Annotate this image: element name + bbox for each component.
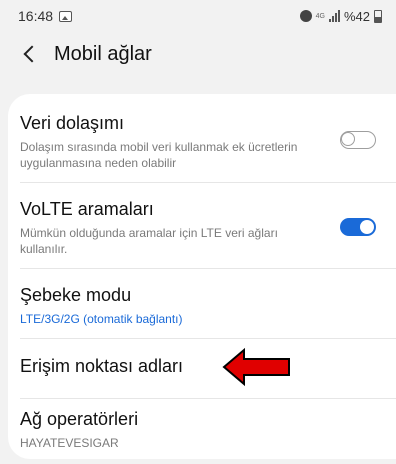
back-button[interactable]: [10, 34, 50, 74]
status-bar: 16:48 4G %42: [0, 0, 396, 32]
divider: [20, 268, 396, 269]
setting-title: Veri dolaşımı: [20, 113, 125, 133]
toggle-knob: [360, 220, 374, 234]
setting-title: VoLTE aramaları: [20, 199, 154, 219]
battery-percent: %42: [343, 8, 370, 24]
setting-subtitle: HAYATEVESIGAR: [20, 436, 119, 450]
settings-card: Veri dolaşımı Dolaşım sırasında mobil ve…: [8, 94, 396, 459]
red-arrow-icon: [222, 347, 290, 387]
divider: [20, 182, 396, 183]
setting-access-point-names[interactable]: Erişim noktası adları: [8, 355, 396, 385]
setting-subtitle: LTE/3G/2G (otomatik bağlantı): [20, 312, 183, 326]
status-time: 16:48: [18, 8, 54, 24]
toggle-knob: [341, 132, 355, 146]
setting-network-operators[interactable]: Ağ operatörleri HAYATEVESIGAR: [8, 408, 396, 458]
setting-volte-calls[interactable]: VoLTE aramaları Mümkün olduğunda aramala…: [8, 198, 396, 268]
alarm-icon: [299, 10, 312, 22]
data-roaming-toggle[interactable]: [340, 131, 376, 149]
app-header: Mobil ağlar: [0, 32, 396, 76]
back-chevron-icon: [23, 45, 41, 63]
status-left: 16:48: [18, 8, 73, 24]
setting-data-roaming[interactable]: Veri dolaşımı Dolaşım sırasında mobil ve…: [8, 112, 396, 182]
battery-icon: [374, 9, 382, 23]
status-right: 4G %42: [299, 8, 382, 24]
setting-subtitle: Dolaşım sırasında mobil veri kullanmak e…: [20, 140, 298, 170]
signal-icon: [328, 10, 340, 22]
setting-title: Erişim noktası adları: [20, 356, 184, 376]
network-type-badge: 4G: [315, 12, 325, 20]
divider: [20, 338, 396, 339]
setting-title: Ağ operatörleri: [20, 409, 139, 429]
page-title: Mobil ağlar: [54, 42, 152, 65]
setting-subtitle: Mümkün olduğunda aramalar için LTE veri …: [20, 226, 278, 256]
setting-title: Şebeke modu: [20, 285, 132, 305]
image-icon: [59, 10, 73, 22]
setting-network-mode[interactable]: Şebeke modu LTE/3G/2G (otomatik bağlantı…: [8, 284, 396, 334]
divider: [20, 398, 396, 399]
volte-toggle[interactable]: [340, 218, 376, 236]
